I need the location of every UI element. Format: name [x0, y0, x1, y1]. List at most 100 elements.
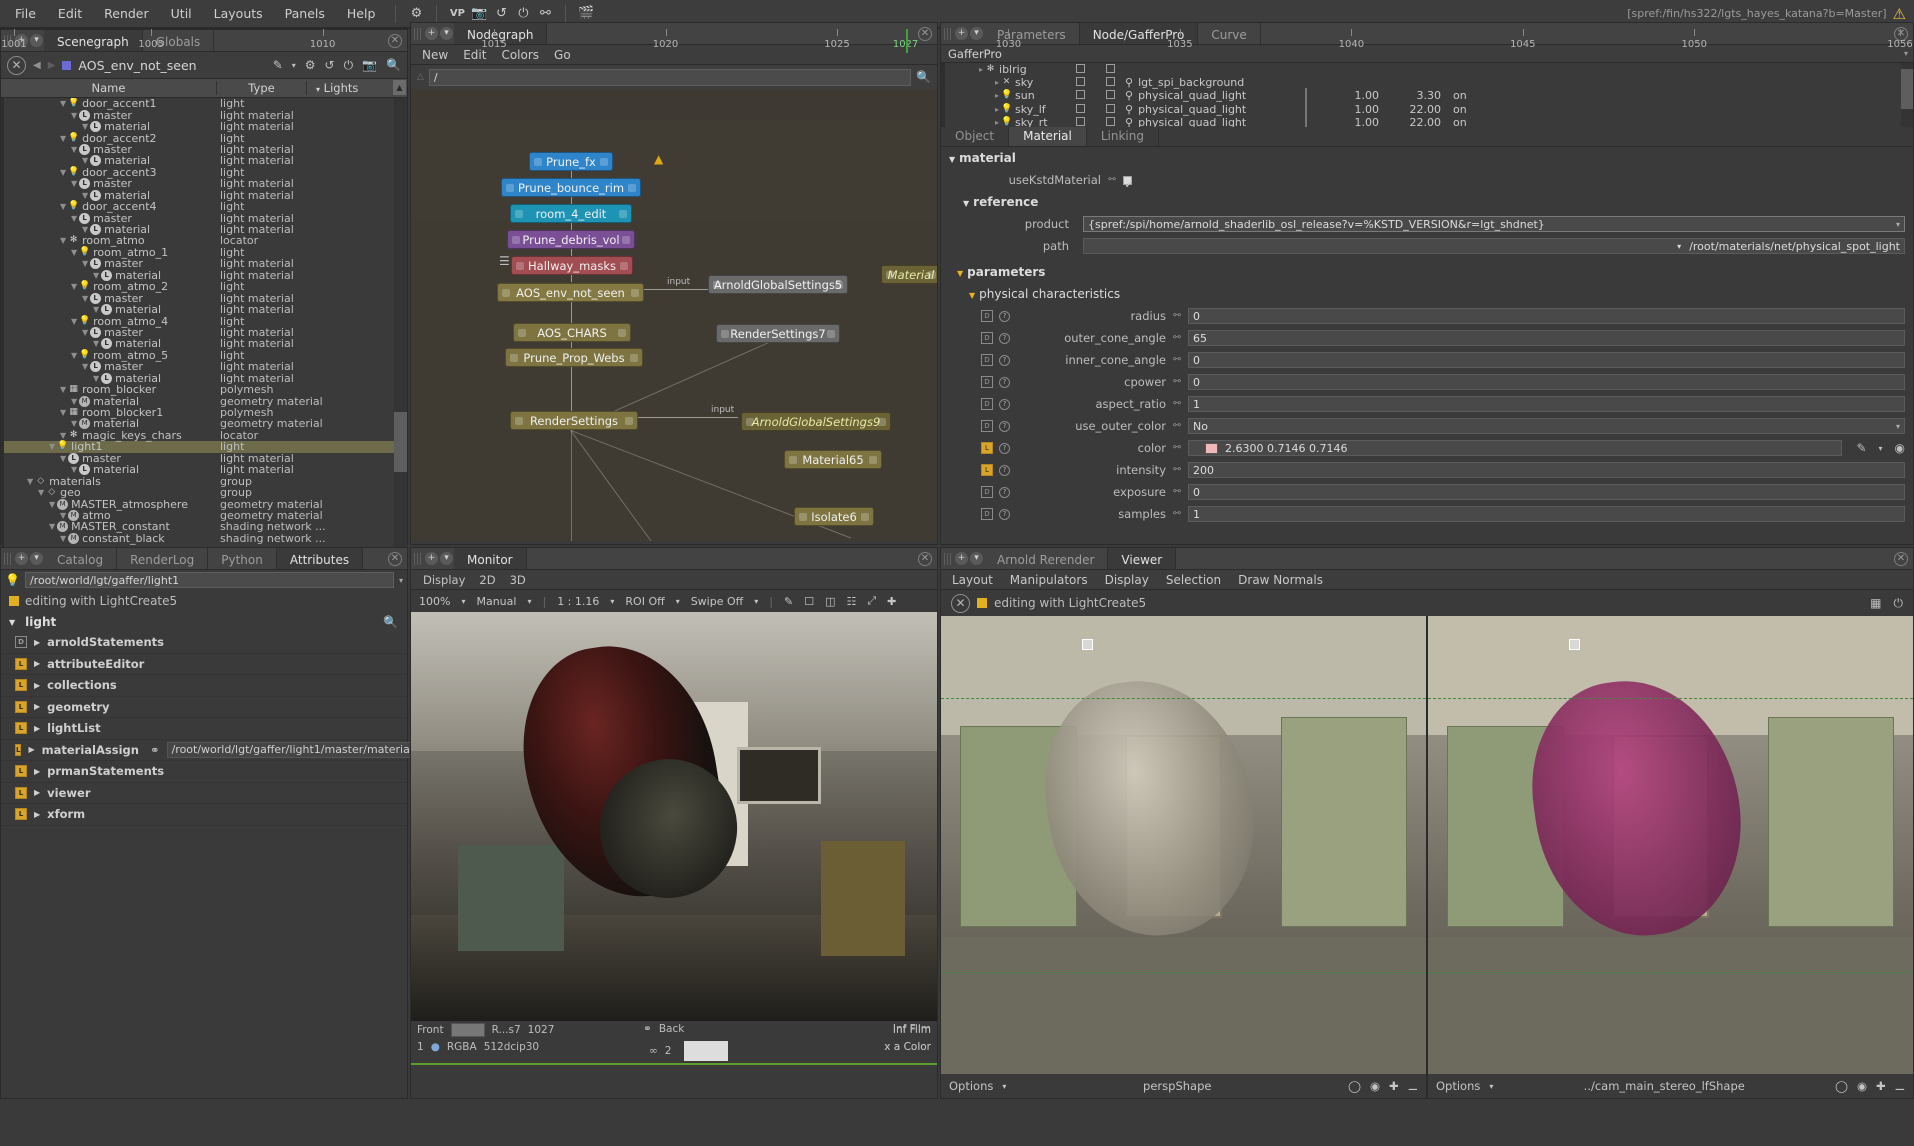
panel-menu-icon[interactable]: ▾ [440, 552, 453, 565]
key-icon[interactable]: ⚯ [1172, 377, 1182, 387]
node-port-right-icon[interactable] [869, 456, 877, 464]
color-picker-icon[interactable]: ◉ [1895, 441, 1905, 455]
triangle-down-icon[interactable]: ▼ [60, 454, 66, 463]
gafferpro-row-status[interactable]: on [1453, 116, 1493, 127]
parameters-section-header[interactable]: ▼parameters [941, 261, 1913, 283]
gafferpro-row-status[interactable]: on [1453, 89, 1493, 102]
menu-panels[interactable]: Panels [274, 2, 336, 25]
chevron-down-icon[interactable]: ▾ [1896, 220, 1900, 229]
triangle-right-icon[interactable]: ▶ [34, 724, 40, 733]
chevron-down-icon[interactable]: ▾ [1002, 1082, 1006, 1091]
nodegraph-node[interactable]: room_4_edit [510, 204, 632, 223]
key-icon[interactable]: ⚯ [1172, 443, 1182, 453]
triangle-down-icon[interactable]: ▼ [49, 522, 55, 531]
panel-grip-icon[interactable] [4, 553, 12, 565]
monitor-back-inf-film[interactable]: Inf Film [893, 1023, 931, 1035]
chevron-down-icon[interactable]: ▾ [1489, 1082, 1493, 1091]
menu-util[interactable]: Util [160, 2, 203, 25]
gafferpro-checkbox-1[interactable] [1076, 90, 1085, 99]
monitor-back-color[interactable]: x a Color [884, 1041, 931, 1053]
nav-back-icon[interactable]: ◀ [33, 60, 41, 71]
attribute-badge-icon[interactable]: D [15, 636, 27, 648]
chevron-down-icon[interactable]: ▾ [610, 597, 614, 606]
triangle-down-icon[interactable]: ▼ [60, 534, 66, 543]
attribute-value-field[interactable]: /root/world/lgt/gaffer/light1/master/mat… [167, 742, 422, 758]
triangle-down-icon[interactable]: ▼ [71, 351, 77, 360]
gafferpro-checkbox-2[interactable] [1106, 64, 1115, 73]
parameter-field[interactable]: 0 [1188, 308, 1905, 324]
attribute-row[interactable]: L▶geometry [1, 697, 407, 719]
viewport-left[interactable]: Elements are hidden [941, 616, 1426, 1074]
tab-viewer[interactable]: Viewer [1108, 548, 1176, 569]
nodegraph-node[interactable]: RenderSettings [510, 411, 638, 430]
parameter-badge-icon[interactable]: L [981, 442, 993, 454]
triangle-right-icon[interactable]: ▸ [979, 65, 983, 74]
search-icon[interactable]: 🔍 [386, 58, 401, 72]
triangle-right-icon[interactable]: ▶ [28, 745, 34, 754]
gafferpro-checkbox-2[interactable] [1106, 77, 1115, 86]
pencil-icon[interactable]: ✎ [784, 595, 793, 608]
triangle-right-icon[interactable]: ▶ [34, 702, 40, 711]
node-port-right-icon[interactable] [630, 354, 638, 362]
gear-icon[interactable]: ⚙ [405, 4, 427, 24]
viewport-right-options[interactable]: Options [1436, 1079, 1480, 1093]
triangle-down-icon[interactable]: ▼ [27, 477, 33, 486]
parameter-badge-icon[interactable]: D [981, 310, 993, 322]
scenegraph-row[interactable]: ▼Mconstant_blackshading network ... [4, 533, 407, 544]
clear-selection-icon[interactable]: ✕ [7, 56, 26, 75]
node-port-right-icon[interactable] [878, 418, 886, 426]
link-icon[interactable]: ⚭ [150, 743, 160, 757]
camera-icon[interactable]: 📷 [468, 4, 490, 24]
tab-python[interactable]: Python [208, 548, 277, 569]
node-port-left-icon[interactable] [512, 236, 520, 244]
disc-icon[interactable]: ◉ [1370, 1079, 1380, 1093]
node-port-left-icon[interactable] [886, 271, 894, 279]
chevron-down-icon[interactable]: ▾ [399, 576, 403, 585]
triangle-down-icon[interactable]: ▼ [71, 465, 77, 474]
triangle-down-icon[interactable]: ▼ [71, 214, 77, 223]
key-icon[interactable]: ⚯ [1172, 311, 1182, 321]
triangle-down-icon[interactable]: ▼ [82, 328, 88, 337]
monitor-render-image[interactable] [411, 612, 937, 1021]
triangle-down-icon[interactable]: ▼ [82, 156, 88, 165]
menu-layouts[interactable]: Layouts [203, 2, 274, 25]
chevron-down-icon[interactable]: ▾ [1896, 422, 1900, 431]
chevron-down-icon[interactable]: ▾ [461, 597, 465, 606]
parameter-field[interactable]: 1 [1188, 506, 1905, 522]
triangle-down-icon[interactable]: ▼ [71, 419, 77, 428]
parameter-badge-icon[interactable]: D [981, 486, 993, 498]
panel-grip-icon[interactable] [414, 553, 422, 565]
gafferpro-light-tree[interactable]: ▸✻iblrig▸✕sky⚲lgt_spi_background▸💡sun⚲ph… [941, 63, 1913, 127]
attribute-badge-icon[interactable]: L [15, 722, 27, 734]
node-port-left-icon[interactable] [713, 281, 721, 289]
power-icon[interactable]: ⏻ [1894, 596, 1904, 611]
triangle-right-icon[interactable]: ▸ [995, 78, 999, 87]
tab-renderlog[interactable]: RenderLog [117, 548, 208, 569]
menu-help[interactable]: Help [336, 2, 387, 25]
node-port-left-icon[interactable] [502, 289, 510, 297]
node-port-right-icon[interactable] [618, 329, 626, 337]
compare-icon[interactable]: ◫ [825, 595, 835, 608]
triangle-down-icon[interactable]: ▼ [93, 374, 99, 383]
minus-icon[interactable]: ⚊ [1408, 1079, 1418, 1093]
power-icon[interactable]: ⏻ [512, 4, 534, 24]
monitor-exposure-mode[interactable]: Manual [476, 595, 516, 608]
gafferpro-checkbox-1[interactable] [1076, 104, 1085, 113]
triangle-right-icon[interactable]: ▸ [995, 118, 999, 127]
nodegraph-node[interactable]: AOS_env_not_seen [497, 283, 644, 302]
triangle-down-icon[interactable]: ▼ [71, 248, 77, 257]
attribute-row[interactable]: L▶lightList [1, 718, 407, 740]
viewport-right[interactable]: Elements are hidden [1426, 616, 1913, 1074]
timeline-ruler[interactable]: 1001100510101015102010251027103010351040… [0, 29, 1914, 53]
path-field[interactable]: ▾ /root/materials/net/physical_spot_ligh… [1083, 238, 1905, 254]
parameter-field[interactable]: No▾ [1188, 418, 1905, 434]
column-lights[interactable]: ▾ Lights [307, 81, 407, 95]
scroll-up-icon[interactable]: ▲ [393, 80, 406, 95]
tab-object[interactable]: Object [941, 127, 1009, 146]
viewer-menu-layout[interactable]: Layout [952, 573, 993, 587]
triangle-down-icon[interactable]: ▼ [93, 271, 99, 280]
triangle-down-icon[interactable]: ▼ [71, 397, 77, 406]
triangle-down-icon[interactable]: ▼ [93, 339, 99, 348]
triangle-right-icon[interactable]: ▶ [34, 659, 40, 668]
triangle-down-icon[interactable]: ▼ [60, 202, 66, 211]
